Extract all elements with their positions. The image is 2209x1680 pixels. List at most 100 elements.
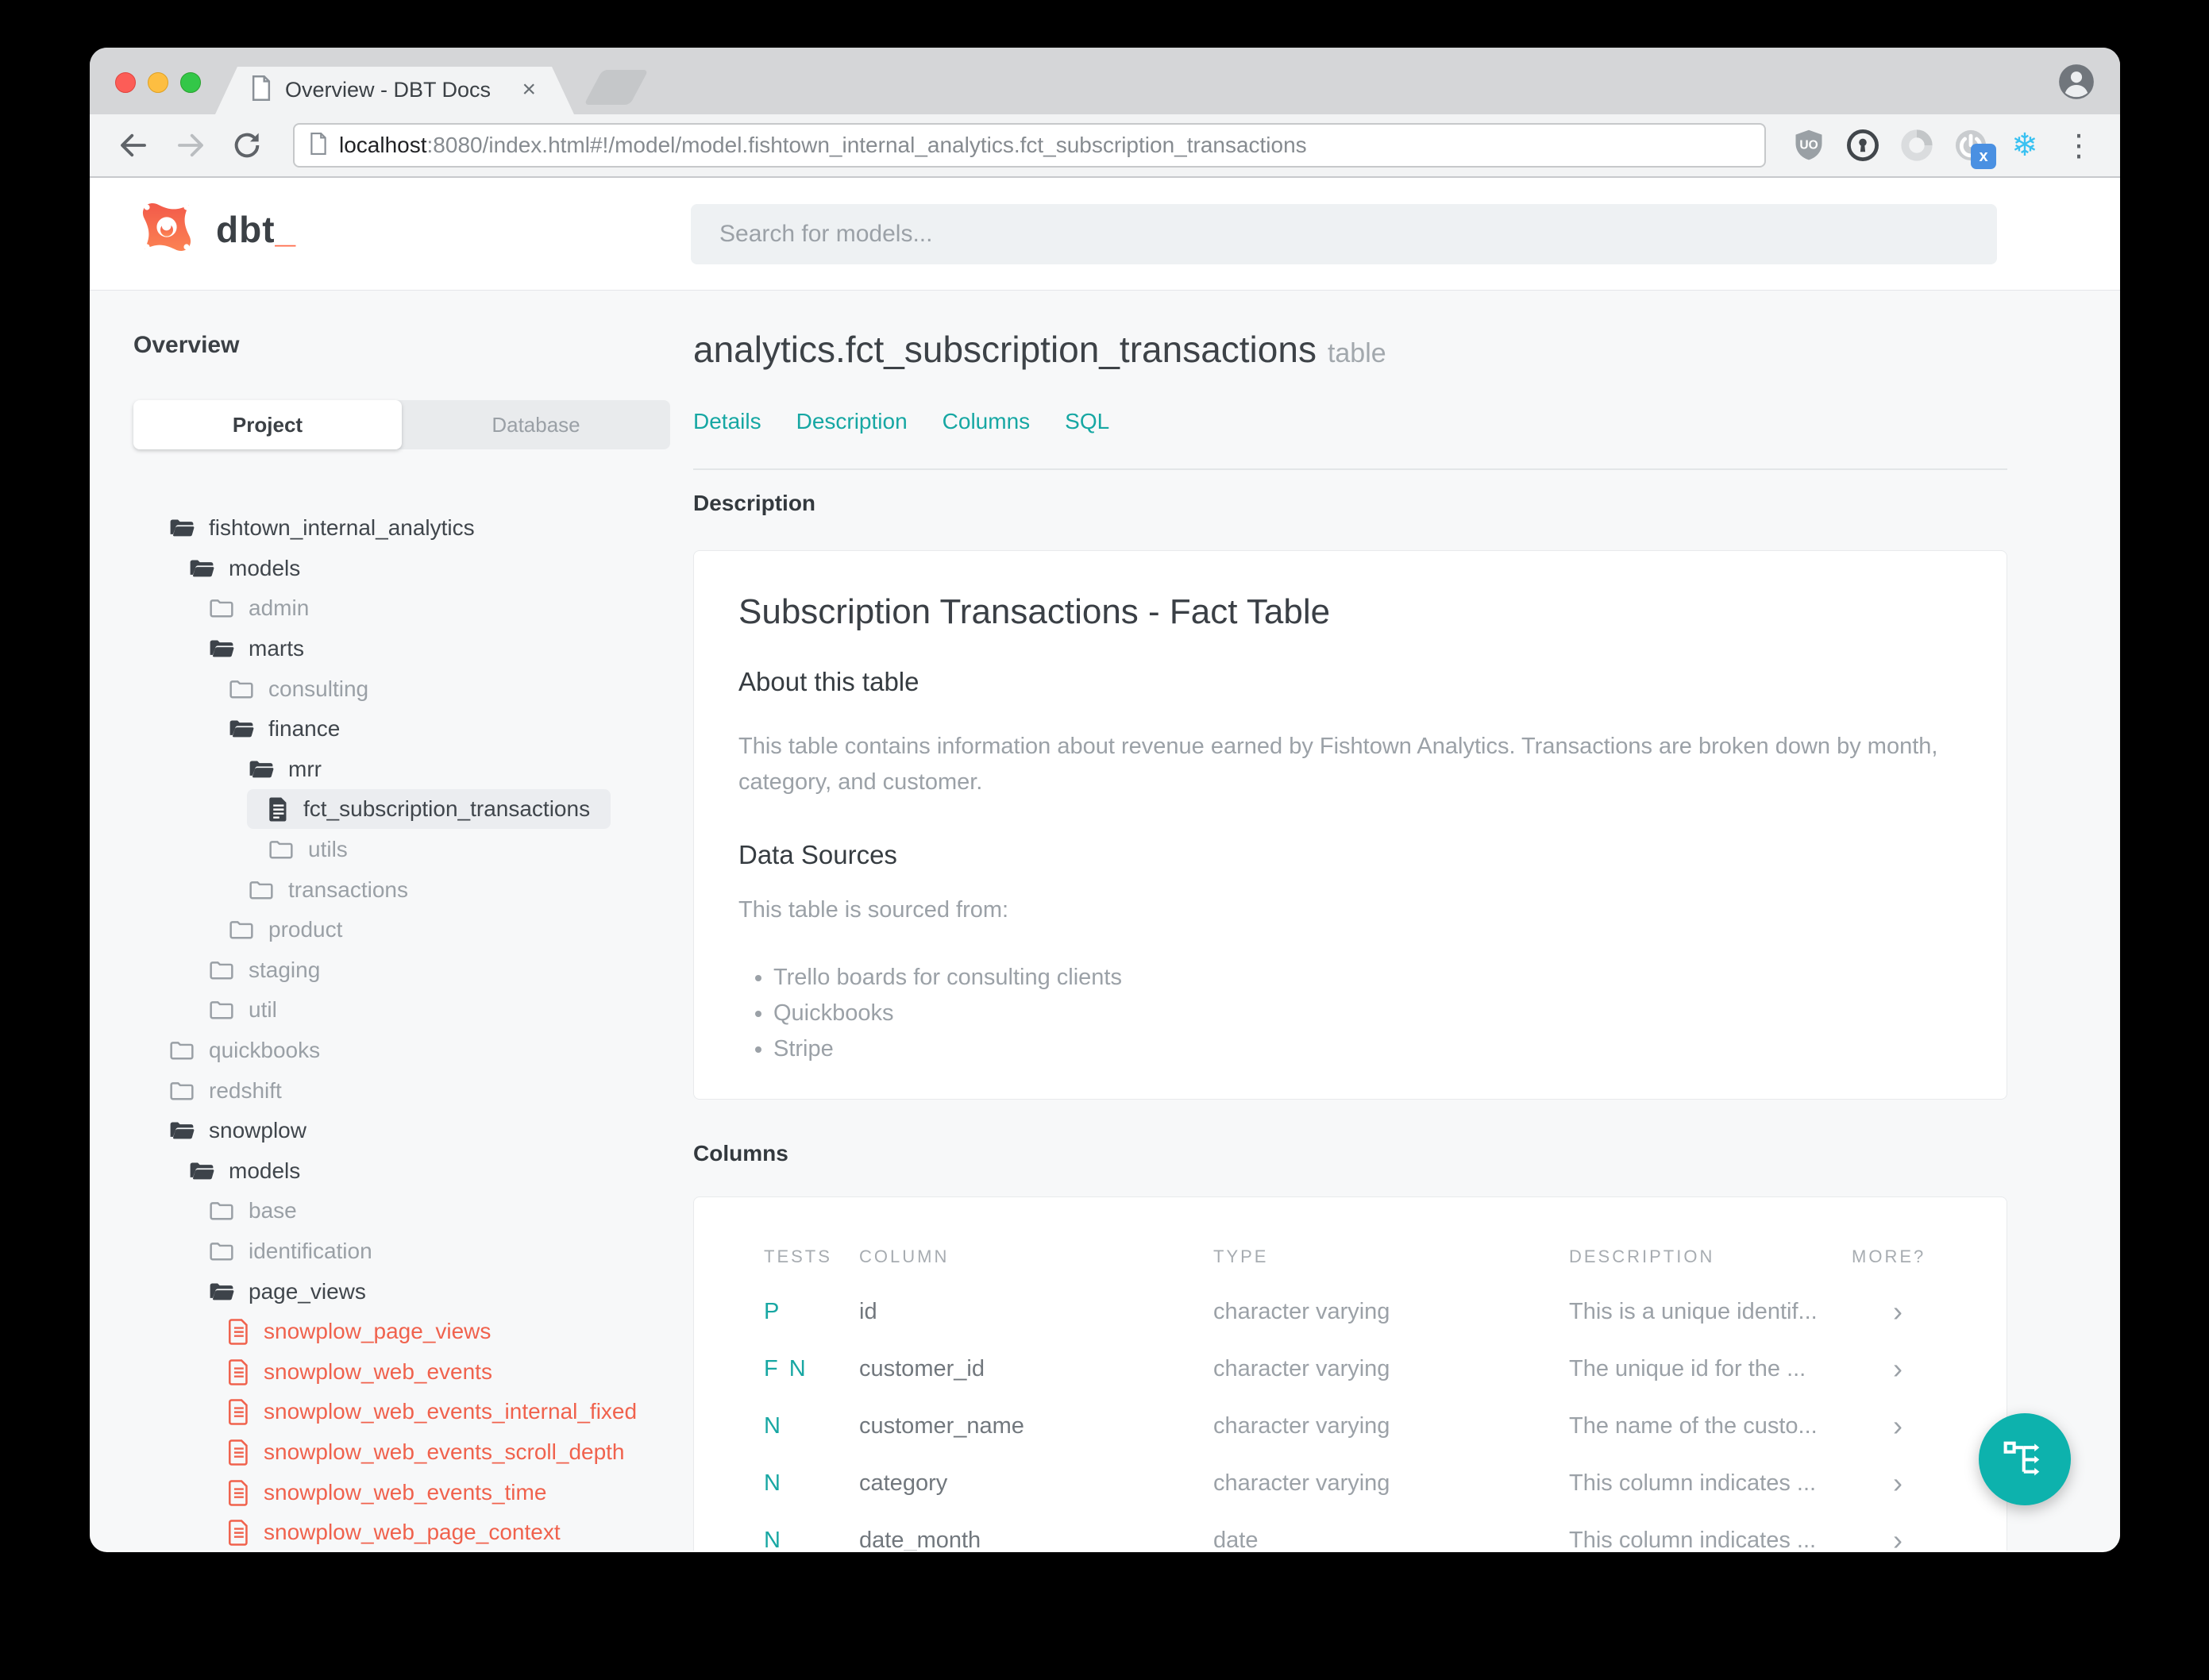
tree-item-label: util bbox=[249, 997, 277, 1023]
new-tab-button[interactable] bbox=[584, 70, 649, 105]
folder-closed-icon bbox=[208, 596, 235, 620]
tree-item-models[interactable]: models bbox=[133, 1151, 683, 1192]
tests-cell: N bbox=[764, 1470, 783, 1496]
tab-project[interactable]: Project bbox=[133, 400, 402, 449]
tree-item-admin[interactable]: admin bbox=[133, 588, 683, 629]
close-tab-icon[interactable]: × bbox=[522, 78, 536, 102]
close-window-button[interactable] bbox=[115, 72, 136, 93]
tree-item-label: snowplow bbox=[209, 1118, 306, 1143]
tree-item-fishtown_internal_analytics[interactable]: fishtown_internal_analytics bbox=[133, 508, 683, 549]
folder-open-icon bbox=[208, 1280, 235, 1304]
tree-item-label: snowplow_web_events_scroll_depth bbox=[264, 1439, 625, 1464]
dbt-logo-icon bbox=[133, 194, 200, 264]
window-controls bbox=[115, 72, 201, 93]
back-icon[interactable] bbox=[117, 129, 150, 162]
description-cell: This column indicates ... bbox=[1569, 1527, 1817, 1551]
tree-item-label: transactions bbox=[288, 877, 408, 902]
tab-database[interactable]: Database bbox=[402, 400, 670, 449]
tree-item-mrr[interactable]: mrr bbox=[133, 749, 683, 790]
expand-row-icon[interactable]: › bbox=[1852, 1469, 1937, 1497]
tree-item-consulting[interactable]: consulting bbox=[133, 669, 683, 709]
nav-link-sql[interactable]: SQL bbox=[1065, 409, 1109, 434]
forward-icon[interactable] bbox=[174, 129, 207, 162]
tree-item-staging[interactable]: staging bbox=[133, 950, 683, 991]
power-x-icon[interactable]: x bbox=[1952, 126, 1996, 169]
tree-item-label: marts bbox=[249, 636, 304, 661]
column-row-id[interactable]: Pid character varying This is a unique ide… bbox=[764, 1283, 1937, 1340]
tree-item-quickbooks[interactable]: quickbooks bbox=[133, 1031, 683, 1071]
ring-icon[interactable] bbox=[1898, 126, 1936, 164]
description-cell: The name of the custo... bbox=[1569, 1412, 1818, 1439]
tree-item-marts[interactable]: marts bbox=[133, 629, 683, 669]
brand-wordmark: dbt_ bbox=[216, 208, 297, 250]
column-name-cell: id bbox=[859, 1298, 877, 1324]
file-icon bbox=[228, 1479, 250, 1506]
expand-row-icon[interactable]: › bbox=[1852, 1412, 1937, 1440]
dbt-docs-page: dbt_ Overview Project Database fishtown_… bbox=[90, 178, 2120, 1551]
column-row-date_month[interactable]: Ndate_month date This column indicates ...… bbox=[764, 1512, 1937, 1551]
url-bar[interactable]: localhost:8080/index.html#!/model/model.… bbox=[293, 123, 1766, 168]
tree-item-util[interactable]: util bbox=[133, 990, 683, 1031]
tree-item-label: admin bbox=[249, 595, 310, 621]
tree-item-label: utils bbox=[308, 837, 348, 862]
tree-item-snowplow_page_views[interactable]: snowplow_page_views bbox=[133, 1312, 683, 1352]
ublock-icon[interactable]: UO bbox=[1790, 126, 1828, 164]
tree-item-redshift[interactable]: redshift bbox=[133, 1070, 683, 1111]
dbt-brand[interactable]: dbt_ bbox=[133, 194, 296, 264]
search-input[interactable] bbox=[691, 204, 1997, 264]
data-source-item: Trello boards for consulting clients bbox=[773, 960, 1962, 996]
folder-open-icon bbox=[168, 516, 195, 540]
onepassword-icon[interactable] bbox=[1844, 126, 1882, 164]
tree-item-snowplow[interactable]: snowplow bbox=[133, 1111, 683, 1151]
tree-item-finance[interactable]: finance bbox=[133, 709, 683, 749]
tree-item-label: quickbooks bbox=[209, 1038, 321, 1063]
tree-item-snowplow_web_events_scroll_depth[interactable]: snowplow_web_events_scroll_depth bbox=[133, 1432, 683, 1473]
description-cell: This column indicates ... bbox=[1569, 1470, 1817, 1496]
tree-item-transactions[interactable]: transactions bbox=[133, 869, 683, 910]
nav-link-description[interactable]: Description bbox=[796, 409, 908, 434]
browser-tab[interactable]: Overview - DBT Docs × bbox=[215, 65, 574, 114]
expand-row-icon[interactable]: › bbox=[1852, 1354, 1937, 1383]
column-row-customer_name[interactable]: Ncustomer_name character varying The name … bbox=[764, 1397, 1937, 1455]
column-row-category[interactable]: Ncategory character varying This column in… bbox=[764, 1455, 1937, 1512]
snowflake-icon[interactable]: ❄ bbox=[2006, 126, 2044, 164]
refresh-icon[interactable] bbox=[231, 129, 263, 161]
minimize-window-button[interactable] bbox=[148, 72, 168, 93]
type-cell: character varying bbox=[1213, 1298, 1390, 1324]
type-cell: date bbox=[1213, 1527, 1259, 1551]
file-tree: fishtown_internal_analytics models admin ma… bbox=[133, 508, 683, 1551]
browser-menu-icon[interactable]: ⋮ bbox=[2060, 126, 2098, 164]
url-path: :8080/index.html#!/model/model.fishtown_… bbox=[426, 133, 1307, 157]
dag-icon bbox=[2003, 1435, 2047, 1484]
column-name-cell: date_month bbox=[859, 1527, 981, 1551]
columns-card: TESTS COLUMN TYPE DESCRIPTION MORE? Pid chara… bbox=[693, 1196, 2007, 1551]
expand-row-icon[interactable]: › bbox=[1852, 1297, 1937, 1326]
tree-item-label: consulting bbox=[268, 676, 369, 701]
model-nav: Details Description Columns SQL bbox=[693, 409, 2007, 434]
tree-item-snowplow_web_events_internal_fixed[interactable]: snowplow_web_events_internal_fixed bbox=[133, 1392, 683, 1432]
tree-item-snowplow_web_events[interactable]: snowplow_web_events bbox=[133, 1351, 683, 1392]
folder-closed-icon bbox=[208, 958, 235, 982]
tree-item-snowplow_web_page_context[interactable]: snowplow_web_page_context bbox=[133, 1512, 683, 1551]
lineage-graph-fab[interactable] bbox=[1979, 1413, 2071, 1505]
nav-link-columns[interactable]: Columns bbox=[943, 409, 1030, 434]
tree-item-models[interactable]: models bbox=[133, 549, 683, 589]
page-favicon-icon bbox=[250, 75, 272, 105]
description-card: Subscription Transactions - Fact Table A… bbox=[693, 550, 2007, 1100]
zoom-window-button[interactable] bbox=[180, 72, 201, 93]
tree-item-label: snowplow_page_views bbox=[264, 1319, 492, 1344]
profile-avatar[interactable] bbox=[2057, 62, 2096, 106]
column-row-customer_id[interactable]: F N customer_id character varying The uniqu… bbox=[764, 1340, 1937, 1397]
tree-item-label: product bbox=[268, 917, 343, 942]
tree-item-base[interactable]: base bbox=[133, 1191, 683, 1231]
tree-item-utils[interactable]: utils bbox=[133, 830, 683, 870]
file-icon bbox=[228, 1439, 250, 1466]
tree-item-identification[interactable]: identification bbox=[133, 1231, 683, 1272]
tree-item-fct_subscription_transactions[interactable]: fct_subscription_transactions bbox=[133, 789, 683, 830]
expand-row-icon[interactable]: › bbox=[1852, 1526, 1937, 1551]
tree-item-snowplow_web_events_time[interactable]: snowplow_web_events_time bbox=[133, 1472, 683, 1512]
tree-item-product[interactable]: product bbox=[133, 910, 683, 950]
nav-link-details[interactable]: Details bbox=[693, 409, 761, 434]
about-text: This table contains information about re… bbox=[738, 734, 1938, 795]
tree-item-page_views[interactable]: page_views bbox=[133, 1271, 683, 1312]
